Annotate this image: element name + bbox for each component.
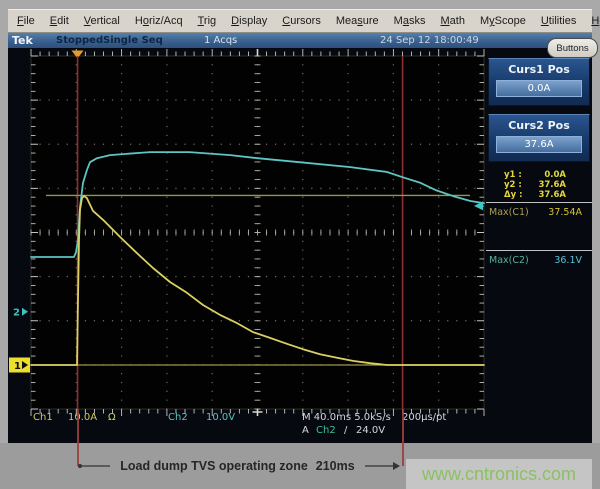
cursor-delta-readout: y1 :0.0Ay2 :37.6AΔy :37.6A [486, 170, 592, 200]
menu-item-measure[interactable]: Measure [336, 15, 379, 27]
measurement-panel: Curs1 Pos 0.0A Curs2 Pos 37.6A y1 :0.0Ay… [486, 58, 592, 266]
ch1-label: Ch1 [33, 412, 53, 423]
cursor-readout-row: y1 :0.0A [486, 170, 592, 180]
tek-logo: Tek [12, 34, 33, 47]
ch1-marker-label: 1 [14, 361, 21, 372]
buttons-button[interactable]: Buttons [547, 38, 598, 58]
panel-divider [486, 202, 592, 203]
menu-item-vertical[interactable]: Vertical [84, 15, 120, 27]
zone-arrowhead-icon [393, 462, 400, 470]
zone-line-right [365, 465, 393, 467]
acquisition-state: Stopped [56, 35, 103, 46]
status-bar: Tek Stopped Single Seq 1 Acqs 24 Sep 12 … [8, 33, 592, 48]
cursor2-value-field[interactable]: 37.6A [496, 136, 582, 153]
timebase-readout[interactable]: M 40.0ms 5.0kS/s [302, 412, 391, 423]
load-dump-zone-annotation: Load dump TVS operating zone 210ms [78, 459, 400, 473]
menu-item-edit[interactable]: Edit [50, 15, 69, 27]
menu-item-display[interactable]: Display [231, 15, 267, 27]
cursor-readout-row: Δy :37.6A [486, 190, 592, 200]
menu-item-horizacq[interactable]: Horiz/Acq [135, 15, 183, 27]
trigger-slope-icon: / [344, 425, 347, 436]
menu-bar: File Edit Vertical Horiz/Acq Trig Display Curs… [8, 9, 592, 33]
zone-line-left [82, 465, 110, 467]
measurement-max-c2: Max(C2) 36.1V [486, 253, 592, 266]
menu-item-help[interactable]: Help [591, 15, 600, 27]
max-c1-value: 37.54A [548, 207, 582, 218]
ch1-scale[interactable]: 10.0A [68, 412, 97, 423]
ch1-coupling-ohm-icon: Ω [108, 412, 116, 423]
max-c2-label: Max(C2) [489, 255, 529, 266]
max-c1-label: Max(C1) [489, 207, 529, 218]
zone-duration: 210ms [316, 459, 355, 473]
ch2-marker-arrow-icon [22, 308, 28, 316]
menu-item-myscope[interactable]: MyScope [480, 15, 526, 27]
cursor1-position-box: Curs1 Pos 0.0A [488, 58, 590, 106]
scope-screen: 1 2 Ch1 10.0A Ω Ch2 10.0V M 40.0ms 5.0kS/… [8, 48, 592, 443]
max-c2-value: 36.1V [554, 255, 582, 266]
menu-item-file[interactable]: File [17, 15, 35, 27]
trigger-source[interactable]: Ch2 [316, 425, 336, 436]
ch2-label: Ch2 [168, 412, 188, 423]
cursor-t2-extension [402, 409, 404, 466]
oscilloscope-window: File Edit Vertical Horiz/Acq Trig Display Curs… [0, 0, 600, 489]
menu-item-math[interactable]: Math [440, 15, 464, 27]
cursor2-position-box: Curs2 Pos 37.6A [488, 114, 590, 162]
datetime-readout: 24 Sep 12 18:00:49 [380, 35, 479, 46]
cursor1-value-field[interactable]: 0.0A [496, 80, 582, 97]
measurement-max-c1: Max(C1) 37.54A [486, 205, 592, 218]
acquisition-mode: Single Seq [103, 35, 163, 46]
cursor2-title: Curs2 Pos [489, 119, 589, 132]
ch2-scale[interactable]: 10.0V [206, 412, 235, 423]
watermark: www.cntronics.com [406, 459, 592, 489]
acquisition-count: 1 Acqs [204, 35, 237, 46]
cursor-readout-row: y2 :37.6A [486, 180, 592, 190]
menu-item-cursors[interactable]: Cursors [282, 15, 321, 27]
trigger-prefix: A [302, 425, 309, 436]
cursor1-title: Curs1 Pos [489, 63, 589, 76]
ch2-reference-marker[interactable]: 2 [13, 308, 20, 319]
trigger-level[interactable]: 24.0V [356, 425, 385, 436]
resolution-readout: 200µs/pt [402, 412, 446, 423]
panel-divider [486, 250, 592, 251]
zone-label: Load dump TVS operating zone [120, 459, 308, 473]
menu-item-trig[interactable]: Trig [198, 15, 217, 27]
menu-item-utilities[interactable]: Utilities [541, 15, 577, 27]
cursor-t1-extension [77, 409, 79, 466]
menu-item-masks[interactable]: Masks [394, 15, 426, 27]
